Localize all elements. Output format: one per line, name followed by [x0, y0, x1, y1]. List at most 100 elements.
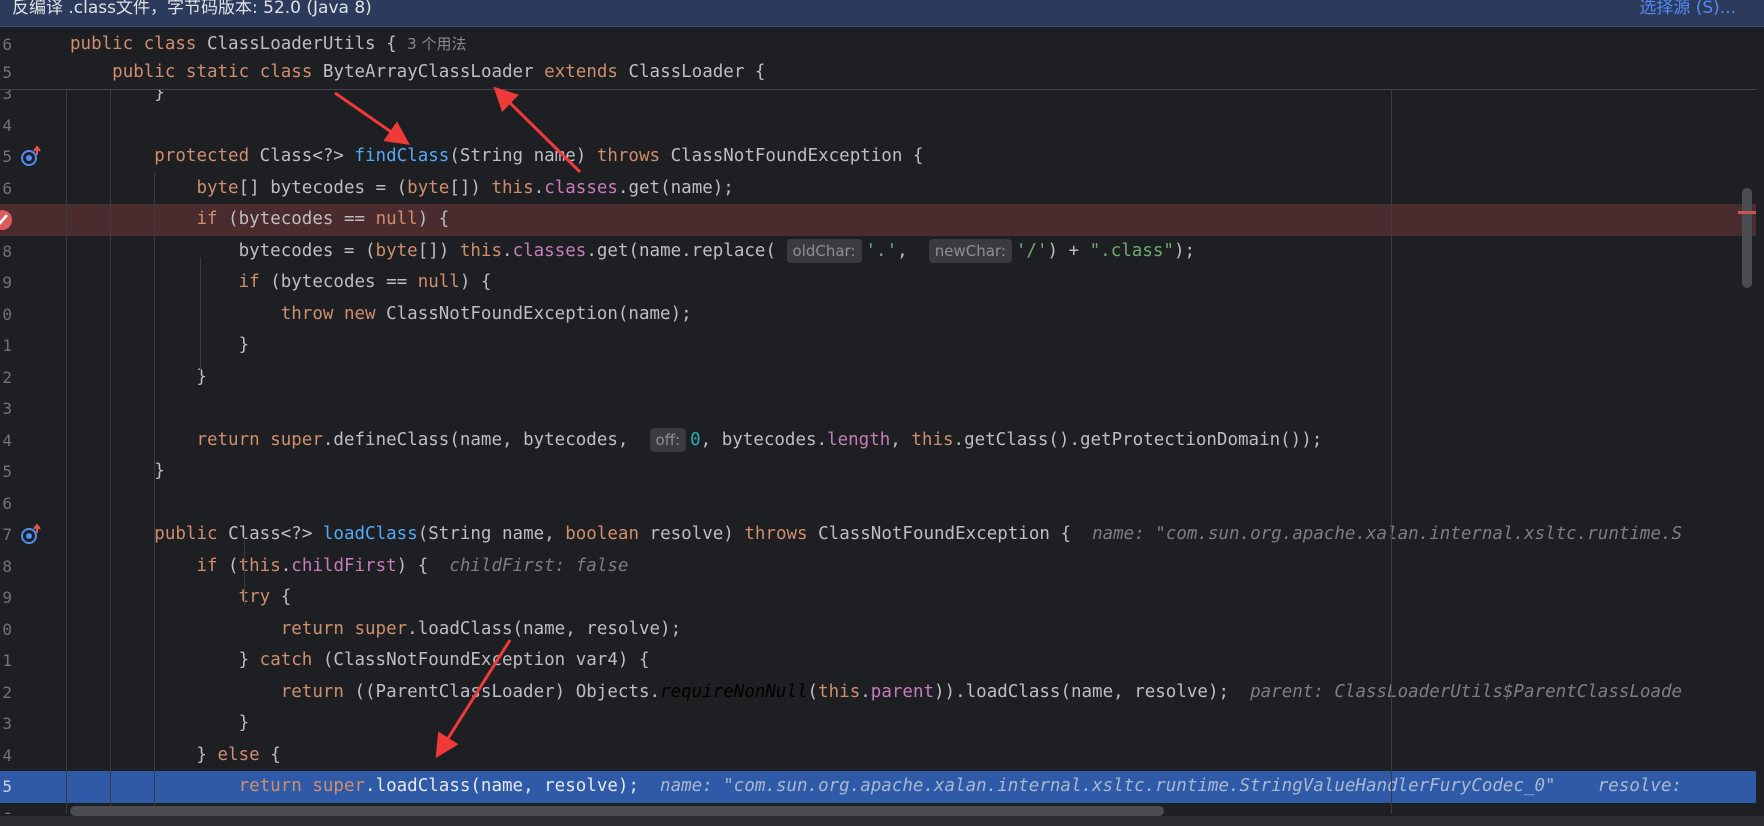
- code-token: .loadClass(name, resolve);: [365, 776, 661, 796]
- code-token: ) {: [396, 555, 450, 576]
- code-line[interactable]: 6 byte[] bytecodes = (byte[]) this.class…: [0, 173, 1756, 205]
- line-code: return ((ParentClassLoader) Objects.requ…: [70, 677, 1682, 709]
- line-number[interactable]: 3: [0, 708, 12, 740]
- code-token: .: [533, 177, 545, 198]
- code-line[interactable]: 0 throw new ClassNotFoundException(name)…: [0, 299, 1756, 331]
- line-number[interactable]: 1: [0, 330, 12, 362]
- code-token: null: [417, 272, 460, 292]
- line-number[interactable]: 5: [0, 771, 12, 803]
- line-number[interactable]: 9: [0, 267, 12, 299]
- code-token: (String name,: [417, 524, 566, 544]
- line-number[interactable]: 4: [0, 110, 12, 142]
- code-line[interactable]: 6 public class ClassLoaderUtils { 3 个用法: [0, 29, 1756, 61]
- line-number[interactable]: 6: [0, 173, 12, 205]
- code-token: }: [70, 650, 260, 670]
- code-token: ClassNotFoundException {: [670, 146, 924, 166]
- right-margin-guide: [1391, 90, 1392, 814]
- code-token: .getClass().getProtectionDomain());: [953, 429, 1323, 450]
- code-token: .get(name.replace(: [586, 240, 787, 261]
- line-code: }: [70, 456, 165, 488]
- code-line[interactable]: 5 }: [0, 456, 1756, 488]
- code-token: findClass: [354, 146, 450, 166]
- choose-source-link[interactable]: 选择源 (S)...: [1639, 0, 1736, 18]
- line-number[interactable]: 6: [0, 488, 12, 520]
- line-number[interactable]: 6: [0, 29, 12, 61]
- code-line[interactable]: 8 bytecodes = (byte[]) this.classes.get(…: [0, 236, 1756, 268]
- code-token: byte: [375, 240, 418, 261]
- code-token: .: [860, 681, 871, 702]
- code-line[interactable]: 4: [0, 110, 1756, 142]
- code-token: this: [818, 681, 861, 702]
- line-number[interactable]: 5: [0, 456, 12, 488]
- line-number[interactable]: 5: [0, 57, 12, 89]
- override-method-icon[interactable]: [20, 145, 44, 169]
- vertical-scrollbar-thumb[interactable]: [1742, 188, 1752, 288]
- code-token: else: [217, 744, 271, 765]
- code-token: , bytecodes.: [700, 429, 828, 450]
- code-line[interactable]: 9 if (bytecodes == null) {: [0, 267, 1756, 299]
- code-token: )).loadClass(name, resolve);: [934, 681, 1251, 702]
- code-token: loadClass: [322, 524, 418, 544]
- code-token: bytecodes = (: [70, 240, 376, 261]
- override-method-icon[interactable]: [20, 523, 44, 547]
- current-execution-line[interactable]: 5 return super.loadClass(name, resolve);…: [0, 771, 1756, 803]
- line-code: }: [70, 90, 165, 110]
- line-number[interactable]: 3: [0, 90, 12, 110]
- code-token: length: [827, 429, 891, 450]
- breakpoint-icon[interactable]: [0, 210, 12, 230]
- code-line[interactable]: 3 }: [0, 90, 1756, 110]
- line-number[interactable]: 2: [0, 677, 12, 709]
- breakpoint-line[interactable]: 7 if (bytecodes == null) {: [0, 204, 1756, 236]
- line-code: return super.loadClass(name, resolve);: [70, 614, 681, 646]
- horizontal-scrollbar-thumb[interactable]: [70, 806, 1164, 816]
- code-token: this: [491, 177, 534, 198]
- code-token: class: [143, 34, 207, 54]
- line-number[interactable]: 7: [0, 519, 12, 551]
- code-token: class: [259, 62, 323, 82]
- code-token: throws: [596, 146, 671, 166]
- inline-debug-value: parent: ClassLoaderUtils$ParentClassLoad…: [1250, 681, 1683, 702]
- line-number[interactable]: 2: [0, 362, 12, 394]
- code-token: ) {: [459, 272, 492, 292]
- line-number[interactable]: 0: [0, 299, 12, 331]
- line-code: } catch (ClassNotFoundException var4) {: [70, 645, 650, 677]
- code-token: (String name): [449, 146, 597, 166]
- code-line[interactable]: 2 }: [0, 362, 1756, 394]
- code-line[interactable]: 5 public static class ByteArrayClassLoad…: [0, 57, 1756, 89]
- line-number[interactable]: 1: [0, 645, 12, 677]
- indent-guide: [154, 529, 155, 814]
- code-token: resolve): [649, 524, 745, 544]
- line-number[interactable]: 0: [0, 614, 12, 646]
- line-number[interactable]: 4: [0, 740, 12, 772]
- code-token: if: [196, 555, 229, 576]
- code-line[interactable]: 7 public Class<?> loadClass(String name,…: [0, 519, 1756, 551]
- code-token: ,: [897, 240, 929, 261]
- code-line[interactable]: 0 return super.loadClass(name, resolve);: [0, 614, 1756, 646]
- code-line[interactable]: 8 if (this.childFirst) { childFirst: fal…: [0, 551, 1756, 583]
- indent-guide: [244, 529, 245, 605]
- code-line[interactable]: 2 return ((ParentClassLoader) Objects.re…: [0, 677, 1756, 709]
- code-line[interactable]: 5 protected Class<?> findClass(String na…: [0, 141, 1756, 173]
- code-line[interactable]: 6: [0, 488, 1756, 520]
- code-editor[interactable]: 3 } 4 5 protected Class<?> findClass(Strin…: [0, 90, 1764, 814]
- line-number[interactable]: 8: [0, 236, 12, 268]
- code-line[interactable]: 4 } else {: [0, 740, 1756, 772]
- code-line[interactable]: 9 try {: [0, 582, 1756, 614]
- code-line[interactable]: 3: [0, 393, 1756, 425]
- code-token: '.': [865, 240, 898, 261]
- code-line[interactable]: 4 return super.defineClass(name, bytecod…: [0, 425, 1756, 457]
- line-number[interactable]: 6: [0, 803, 12, 815]
- line-code: bytecodes = (byte[]) this.classes.get(na…: [70, 236, 1195, 268]
- code-line[interactable]: 1 } catch (ClassNotFoundException var4) …: [0, 645, 1756, 677]
- code-line[interactable]: 1 }: [0, 330, 1756, 362]
- line-number[interactable]: 9: [0, 582, 12, 614]
- code-token: classes: [544, 177, 618, 198]
- line-number[interactable]: 3: [0, 393, 12, 425]
- line-code: public static class ByteArrayClassLoader…: [70, 57, 765, 89]
- line-number[interactable]: 8: [0, 551, 12, 583]
- line-number[interactable]: 5: [0, 141, 12, 173]
- line-number[interactable]: 4: [0, 425, 12, 457]
- code-line[interactable]: 3 }: [0, 708, 1756, 740]
- code-token: ((ParentClassLoader) Objects.: [354, 681, 661, 702]
